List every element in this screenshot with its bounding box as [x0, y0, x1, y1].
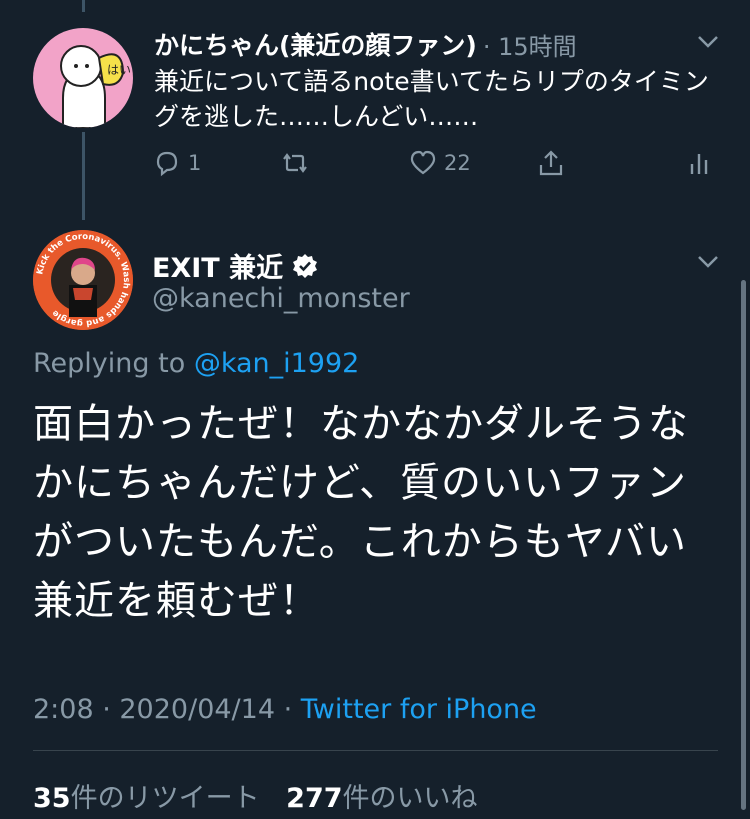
action-bar: 1 22 [152, 148, 722, 188]
scrollbar[interactable] [741, 280, 746, 810]
svg-text:はい？: はい？ [107, 63, 133, 77]
divider [33, 750, 718, 751]
analytics-button[interactable] [684, 148, 714, 178]
reply-button[interactable]: 1 [152, 148, 201, 178]
reply-count: 1 [188, 151, 202, 175]
retweet-icon [283, 153, 307, 173]
display-name[interactable]: かにちゃん(兼近の顔ファン) [154, 26, 477, 62]
likes-count: 277 [286, 783, 343, 814]
share-button[interactable] [536, 148, 566, 178]
timestamp: 2:08 · 2020/04/14 · [33, 694, 301, 725]
tweet-text: 兼近について語るnote書いてたらリプのタイミングを逃した……しんどい…… [154, 67, 709, 131]
thread-line-connector [82, 132, 85, 220]
handle[interactable]: @kanechi_monster [152, 283, 410, 314]
avatar[interactable]: Kick the Coronavirus. Wash hands and gar… [33, 230, 133, 330]
heart-icon [410, 150, 436, 175]
analytics-icon [690, 154, 708, 174]
tweet-stats: 35件のリツイート 277件のいいね [33, 776, 478, 815]
source-link[interactable]: Twitter for iPhone [301, 694, 537, 725]
retweets-stat[interactable]: 35件のリツイート [33, 783, 260, 814]
reply-header: かにちゃん(兼近の顔ファン) · 15時間 [154, 26, 577, 62]
retweet-button[interactable] [280, 148, 316, 178]
avatar[interactable]: はい？ [33, 28, 133, 128]
reply-icon [156, 151, 178, 177]
replying-prefix: Replying to [33, 348, 194, 379]
display-name[interactable]: EXIT 兼近 [152, 246, 319, 285]
like-count: 22 [444, 151, 471, 175]
like-button[interactable]: 22 [408, 148, 471, 178]
timestamp[interactable]: · 15時間 [483, 27, 577, 62]
mention-link[interactable]: @kan_i1992 [194, 348, 360, 379]
likes-label: 件のいいね [342, 783, 478, 814]
reply-tweet[interactable]: はい？ かにちゃん(兼近の顔ファン) · 15時間 兼近について語るnote書い… [0, 0, 750, 210]
chevron-down-icon[interactable] [697, 254, 718, 274]
verified-badge-icon [293, 253, 318, 278]
tweet-meta: 2:08 · 2020/04/14 · Twitter for iPhone [33, 694, 537, 725]
retweets-label: 件のリツイート [70, 783, 260, 814]
retweets-count: 35 [33, 783, 71, 814]
display-name-text: EXIT 兼近 [152, 253, 284, 284]
chevron-down-icon[interactable] [697, 34, 718, 54]
tweet-text: 面白かったぜ！なかなかダルそうなかにちゃんだけど、質のいいファンがついたもんだ。… [33, 401, 689, 624]
replying-to: Replying to @kan_i1992 [33, 348, 359, 379]
likes-stat[interactable]: 277件のいいね [286, 783, 477, 814]
share-icon [539, 150, 563, 176]
